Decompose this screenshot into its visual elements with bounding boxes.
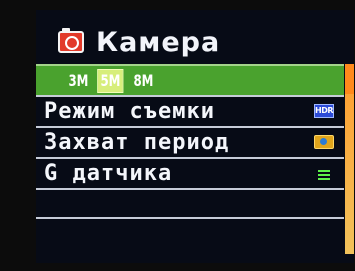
menu-item-shooting-mode[interactable]: Режим съемки HDR — [36, 95, 344, 126]
menu-header: Камера — [58, 22, 220, 62]
g-sensor-icon — [318, 170, 330, 180]
menu-item-label: G датчика — [44, 161, 173, 186]
scrollbar-thumb[interactable] — [345, 64, 354, 94]
resolution-option-8m[interactable]: 8M — [131, 70, 156, 92]
menu-item-capture-period[interactable]: Захват период — [36, 126, 344, 157]
resolution-option-3m[interactable]: 3M — [66, 70, 91, 92]
menu-item-label: Режим съемки — [44, 99, 215, 124]
capture-icon — [314, 135, 334, 149]
menu-item-resolution[interactable]: 3M 5M 8M — [36, 64, 344, 95]
resolution-options: 3M 5M 8M — [36, 66, 163, 95]
device-bezel: Камера 3M 5M 8M Режим съемки HDR Захват … — [0, 0, 355, 271]
resolution-option-5m[interactable]: 5M — [97, 68, 125, 93]
settings-menu: 3M 5M 8M Режим съемки HDR Захват период … — [36, 64, 344, 219]
hdr-icon: HDR — [314, 104, 334, 118]
menu-title: Камера — [96, 26, 221, 58]
menu-item-g-sensor[interactable]: G датчика — [36, 157, 344, 188]
camera-icon — [58, 28, 84, 53]
menu-item-empty[interactable] — [36, 188, 344, 219]
camera-settings-screen: Камера 3M 5M 8M Режим съемки HDR Захват … — [36, 10, 354, 263]
menu-item-label: Захват период — [44, 130, 230, 155]
